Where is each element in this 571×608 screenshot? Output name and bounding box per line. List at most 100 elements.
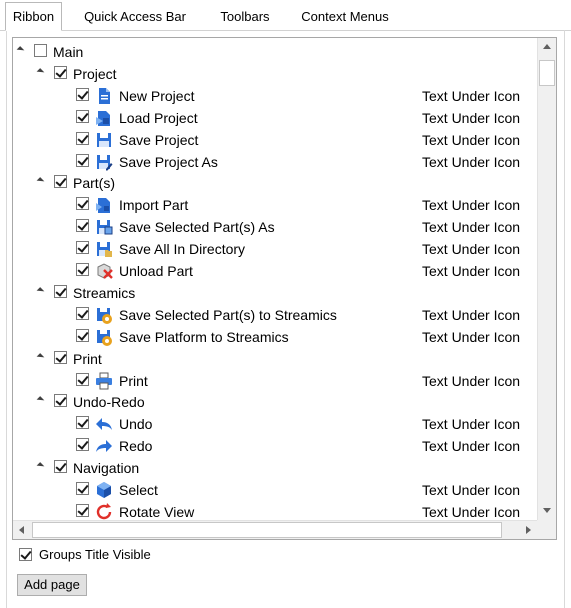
tree-item-label: Print xyxy=(119,372,148,389)
tree-item-label: Redo xyxy=(119,438,153,455)
expand-arrow-icon[interactable] xyxy=(16,46,25,54)
tree-item[interactable]: Main xyxy=(13,41,538,63)
tree-item-label: Select xyxy=(119,482,158,498)
tree-item-label: Print xyxy=(73,350,102,367)
tree-item-checkbox[interactable] xyxy=(76,372,89,386)
import-part-icon xyxy=(95,196,113,214)
tree-item-checkbox[interactable] xyxy=(34,44,47,57)
tree-item-checkbox[interactable] xyxy=(54,350,67,364)
tree-item-label: Undo-Redo xyxy=(73,394,145,411)
tree-item-label: Navigation xyxy=(73,460,140,477)
tree-item[interactable]: Part(s) xyxy=(13,172,538,194)
expand-arrow-icon[interactable] xyxy=(36,177,45,186)
expand-arrow-icon[interactable] xyxy=(36,287,45,295)
tree-item-checkbox[interactable] xyxy=(76,306,89,320)
groups-title-visible-label: Groups Title Visible xyxy=(39,547,151,562)
tab-quick-access-bar[interactable]: Quick Access Bar xyxy=(74,4,196,30)
tree-item[interactable]: Redo Text Under Icon xyxy=(13,435,538,457)
streamics-platform-icon xyxy=(95,328,113,346)
tree-item[interactable]: Import Part Text Under Icon xyxy=(13,194,538,216)
tree-item-checkbox[interactable] xyxy=(54,394,67,408)
expand-arrow-icon[interactable] xyxy=(36,462,45,470)
scroll-left-arrow-icon[interactable] xyxy=(19,526,24,534)
tree-item-checkbox[interactable] xyxy=(54,284,67,298)
tree-item-caption: Text Under Icon xyxy=(422,87,521,104)
tab-bar: Ribbon Quick Access Bar Toolbars Context… xyxy=(0,0,571,31)
tree-item[interactable]: Save Selected Part(s) to Streamics Text U… xyxy=(13,304,538,326)
tree-item[interactable]: Undo-Redo xyxy=(13,391,538,413)
vertical-scrollbar[interactable] xyxy=(537,38,556,520)
tree-item-checkbox[interactable] xyxy=(76,241,89,255)
tree-item-checkbox[interactable] xyxy=(76,438,89,452)
expand-arrow-icon[interactable] xyxy=(36,68,45,76)
tree-item[interactable]: Unload Part Text Under Icon xyxy=(13,260,538,282)
scrollbar-corner xyxy=(537,520,556,539)
tree-item-caption: Text Under Icon xyxy=(422,197,521,214)
tree-item[interactable]: New Project Text Under Icon xyxy=(13,85,538,107)
scroll-up-arrow-icon[interactable] xyxy=(543,44,551,49)
tree-item[interactable]: Save Platform to Streamics Text Under Ico… xyxy=(13,326,538,348)
tree-item-label: Save Project As xyxy=(119,153,218,170)
tree-item-checkbox[interactable] xyxy=(76,482,89,495)
tab-ribbon[interactable]: Ribbon xyxy=(5,2,62,31)
tree-item-label: Save Project xyxy=(119,131,199,148)
tree-item[interactable]: Project xyxy=(13,63,538,85)
tree-item-label: Save All In Directory xyxy=(119,241,246,258)
tree-item[interactable]: Save Project As Text Under Icon xyxy=(13,151,538,173)
tree-item-checkbox[interactable] xyxy=(76,416,89,430)
tree-item-label: Rotate View xyxy=(119,503,195,520)
tree-item[interactable]: Rotate View Text Under Icon xyxy=(13,501,538,520)
tree-item-caption: Text Under Icon xyxy=(422,372,521,389)
tree-item-checkbox[interactable] xyxy=(76,328,89,342)
tree-item[interactable]: Save Selected Part(s) As Text Under Icon xyxy=(13,216,538,238)
tree-item[interactable]: Navigation xyxy=(13,457,538,479)
tree-item-caption: Text Under Icon xyxy=(422,306,521,323)
tree-item-caption: Text Under Icon xyxy=(422,153,521,170)
expand-arrow-icon[interactable] xyxy=(36,396,45,405)
tree-item-checkbox[interactable] xyxy=(76,109,89,123)
groups-title-visible-checkbox[interactable] xyxy=(19,548,32,561)
tree-item-label: Save Selected Part(s) As xyxy=(119,219,275,236)
horizontal-scroll-thumb[interactable] xyxy=(32,522,502,538)
tree-item[interactable]: Print Text Under Icon xyxy=(13,370,538,392)
tree-item-caption: Text Under Icon xyxy=(422,438,521,455)
vertical-scroll-thumb[interactable] xyxy=(539,60,555,86)
tree-item-checkbox[interactable] xyxy=(76,87,89,101)
tree-item[interactable]: Undo Text Under Icon xyxy=(13,413,538,435)
tree-item-checkbox[interactable] xyxy=(76,219,89,233)
tree-item-label: Save Selected Part(s) to Streamics xyxy=(119,306,337,323)
tree-item[interactable]: Streamics xyxy=(13,282,538,304)
tree-item-checkbox[interactable] xyxy=(76,263,89,276)
tree-item-label: Load Project xyxy=(119,109,198,126)
tree-item-checkbox[interactable] xyxy=(76,153,89,167)
rotate-view-icon xyxy=(95,502,113,520)
tab-context-menus[interactable]: Context Menus xyxy=(292,4,398,30)
tree-item-checkbox[interactable] xyxy=(76,131,89,145)
tree-item-checkbox[interactable] xyxy=(76,503,89,517)
tree-item-checkbox[interactable] xyxy=(54,175,67,189)
tree-item-checkbox[interactable] xyxy=(54,65,67,79)
tree-item[interactable]: Save Project Text Under Icon xyxy=(13,129,538,151)
load-project-icon xyxy=(95,109,113,127)
scroll-right-arrow-icon[interactable] xyxy=(526,526,531,534)
add-page-button[interactable]: Add page xyxy=(17,574,87,596)
tab-toolbars[interactable]: Toolbars xyxy=(206,4,284,30)
save-project-icon xyxy=(95,131,113,149)
tree-item[interactable]: Select Text Under Icon xyxy=(13,479,538,501)
scroll-down-arrow-icon[interactable] xyxy=(543,508,551,513)
horizontal-scrollbar[interactable] xyxy=(13,520,538,539)
print-icon xyxy=(95,372,113,390)
expand-arrow-icon[interactable] xyxy=(36,352,45,361)
tree-item-label: Part(s) xyxy=(73,175,115,192)
tree-item[interactable]: Save All In Directory Text Under Icon xyxy=(13,238,538,260)
tree-item[interactable]: Load Project Text Under Icon xyxy=(13,107,538,129)
tree-item-checkbox[interactable] xyxy=(76,197,89,211)
save-project-as-icon xyxy=(95,153,113,171)
undo-icon xyxy=(95,415,113,433)
tree-item-checkbox[interactable] xyxy=(54,460,67,474)
tree-item[interactable]: Print xyxy=(13,348,538,370)
tree-item-label: New Project xyxy=(119,87,195,104)
tree-item-label: Undo xyxy=(119,416,153,433)
tree-item-label: Import Part xyxy=(119,197,189,214)
redo-icon xyxy=(95,437,113,455)
